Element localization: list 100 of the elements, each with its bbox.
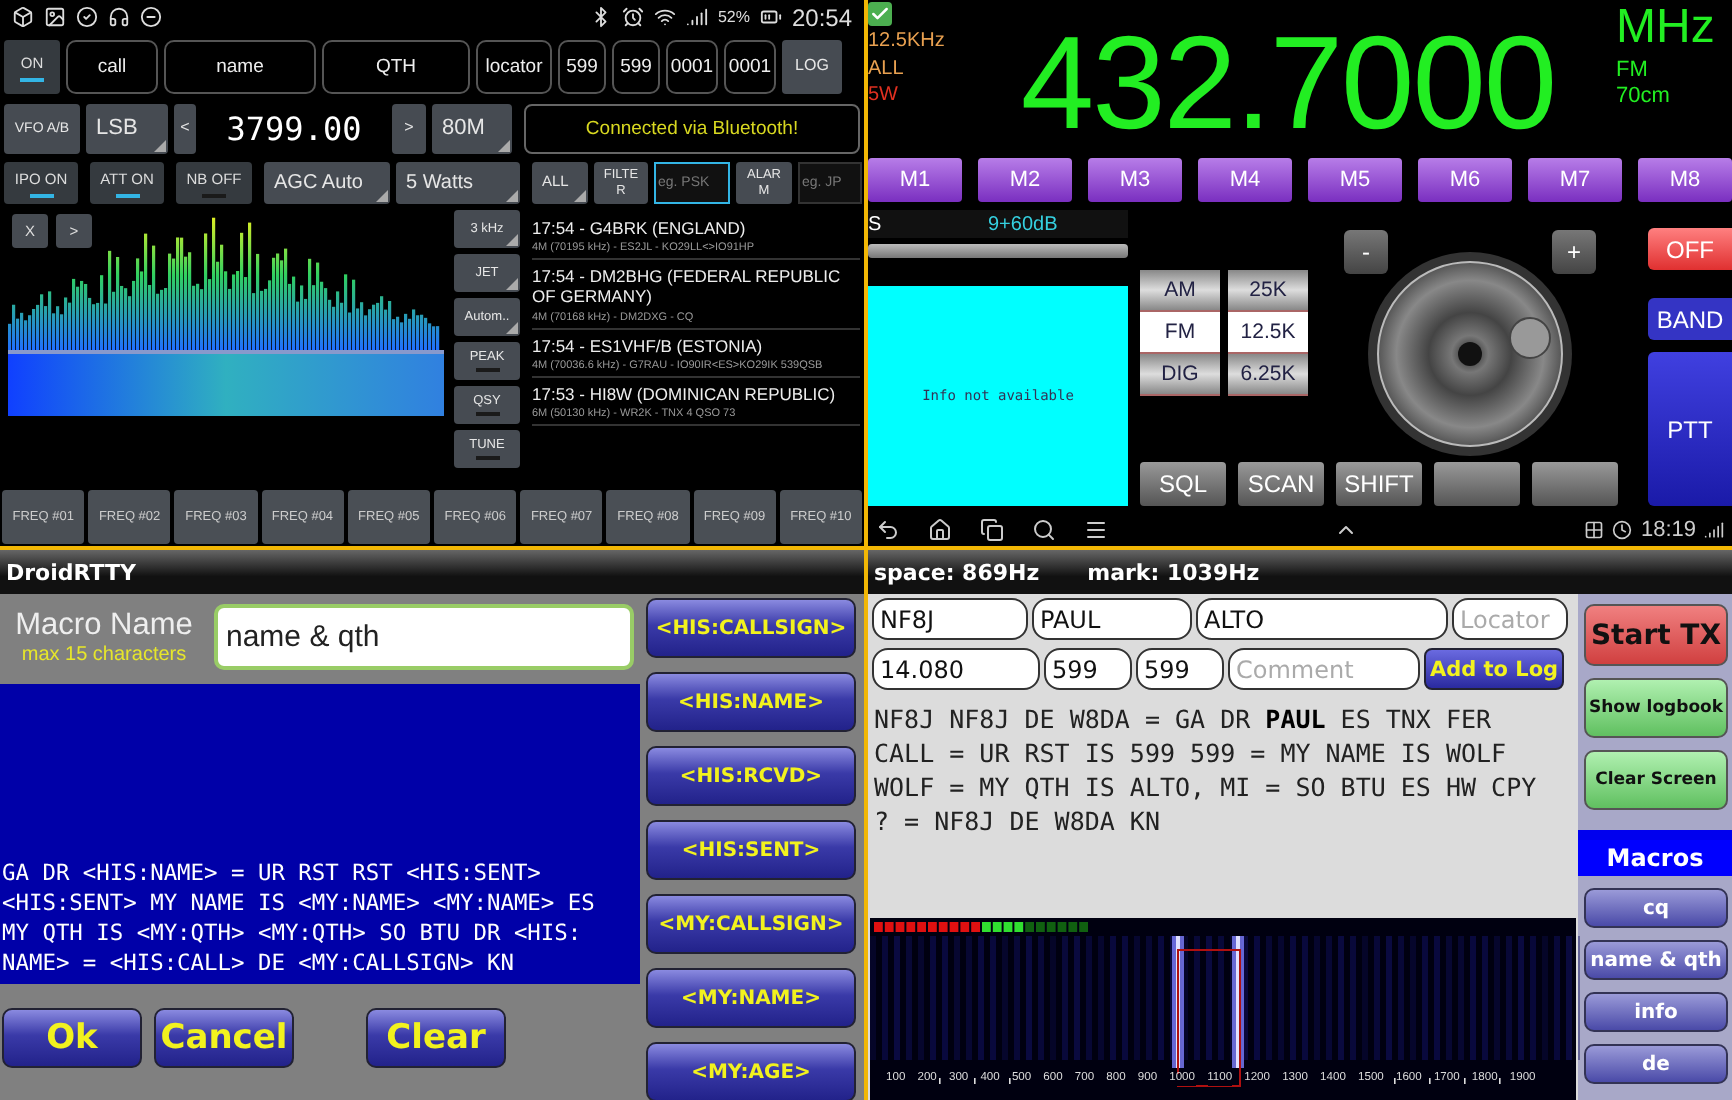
menu-icon[interactable] — [1084, 518, 1108, 542]
macro-button[interactable]: de — [1584, 1044, 1728, 1084]
function-button[interactable]: SHIFT — [1336, 462, 1422, 506]
mode-option[interactable]: FM — [1140, 312, 1220, 354]
recent-apps-icon[interactable] — [980, 518, 1004, 542]
dropdown-corner-icon — [506, 234, 518, 246]
step-option[interactable]: 12.5K — [1228, 312, 1308, 354]
bluetooth-icon — [589, 6, 612, 28]
s-meter-label: S — [868, 213, 884, 235]
log-field[interactable]: name — [164, 40, 316, 94]
memory-button[interactable]: M1 — [868, 158, 962, 202]
macro-name-field[interactable]: name & qth — [214, 604, 634, 670]
tune-up-button[interactable]: + — [1552, 230, 1596, 274]
token-button[interactable]: <MY:AGE> — [646, 1042, 856, 1100]
log-field[interactable]: 0001 — [666, 40, 718, 94]
enable-checkbox[interactable] — [868, 2, 892, 26]
log-field[interactable]: call — [66, 40, 158, 94]
mode-option[interactable]: DIG — [1140, 354, 1220, 396]
blank-button[interactable] — [1532, 462, 1618, 506]
ptt-button[interactable]: PTT — [1648, 352, 1732, 506]
log-field[interactable]: 599 — [612, 40, 660, 94]
mode-label: FM — [1616, 57, 1650, 84]
blank-button[interactable] — [1434, 462, 1520, 506]
spot-title: 17:53 - HI8W (DOMINICAN REPUBLIC) — [532, 383, 838, 404]
macro-text-field[interactable]: GA DR <HIS:NAME> = UR RST RST <HIS:SENT> <HIS:SENT> MY NAME IS <MY:NAME> <MY:NAME> ES MY QTH IS <MY:QTH> <MY:QTH> SO BTU DR <HIS: NAME> = <HIS:CALL> DE <MY:CALLSIGN> KN — [0, 684, 640, 984]
dialog-button[interactable]: Cancel — [154, 1008, 294, 1068]
log-field[interactable]: QTH — [322, 40, 470, 94]
function-button[interactable]: SCAN — [1238, 462, 1324, 506]
macros-header: Macros — [1578, 840, 1732, 876]
function-button[interactable]: SQL — [1140, 462, 1226, 506]
back-icon[interactable] — [876, 518, 900, 542]
band-button[interactable]: BAND — [1648, 298, 1732, 340]
log-field[interactable]: locator — [476, 40, 552, 94]
spot-title: 17:54 - DM2BHG (FEDERAL REPUBLIC OF GERMANY) — [532, 266, 843, 308]
s-meter-reading: 9+60dB — [988, 213, 1058, 235]
dropdown-corner-icon — [498, 140, 510, 152]
qso-field[interactable]: 14.080 — [872, 648, 1040, 690]
start-tx-button[interactable]: Start TX — [1584, 604, 1728, 666]
agc-dropdown[interactable]: AGC Auto — [264, 162, 390, 204]
qso-field[interactable]: Comment — [1228, 648, 1420, 690]
log-field[interactable]: 599 — [558, 40, 606, 94]
battery-icon — [759, 6, 782, 28]
scan-indicator: ALL — [868, 57, 906, 80]
unit-label: MHz — [1616, 0, 1717, 58]
frequency-display: 3799.00 — [224, 108, 364, 152]
field-hint: max 15 characters — [21, 644, 187, 666]
token-button[interactable]: <HIS:NAME> — [646, 672, 856, 732]
home-icon[interactable] — [928, 518, 952, 542]
power-dropdown[interactable]: 5 Watts — [396, 162, 520, 204]
dropdown-corner-icon — [506, 278, 518, 290]
step-down-button[interactable]: < — [174, 104, 196, 154]
connection-status: Connected via Bluetooth! — [524, 104, 860, 154]
add-to-log-button[interactable]: Add to Log — [1424, 648, 1564, 690]
log-button[interactable]: LOG — [782, 40, 842, 94]
band-dropdown[interactable]: 80M — [432, 104, 512, 154]
token-button[interactable]: <MY:NAME> — [646, 968, 856, 1028]
macro-button[interactable]: cq — [1584, 888, 1728, 928]
token-button[interactable]: <HIS:RCVD> — [646, 746, 856, 806]
macro-button[interactable]: info — [1584, 992, 1728, 1032]
action-button[interactable]: Clear Screen — [1584, 750, 1728, 810]
memory-button[interactable]: M2 — [978, 158, 1072, 202]
check-circle-icon — [76, 6, 98, 28]
search-icon[interactable] — [1032, 518, 1056, 542]
step-option[interactable]: 25K — [1228, 270, 1308, 312]
mode-dropdown[interactable]: LSB — [86, 104, 168, 154]
qso-field[interactable]: ALTO — [1196, 598, 1448, 640]
band-label: 70cm — [1616, 83, 1672, 111]
step-up-button[interactable]: > — [392, 104, 426, 154]
memory-button[interactable]: M3 — [1088, 158, 1182, 202]
token-button[interactable]: <MY:CALLSIGN> — [646, 894, 856, 954]
log-field[interactable]: 0001 — [724, 40, 776, 94]
image-icon — [44, 6, 66, 28]
dropdown-corner-icon — [506, 322, 518, 334]
token-button[interactable]: <HIS:CALLSIGN> — [646, 598, 856, 658]
tune-down-button[interactable]: - — [1344, 230, 1388, 274]
macro-button[interactable]: name & qth — [1584, 940, 1728, 980]
dialog-button[interactable]: Clear — [366, 1008, 506, 1068]
dropdown-corner-icon — [154, 140, 166, 152]
box-icon — [12, 6, 34, 28]
memory-button[interactable]: M7 — [1528, 158, 1622, 202]
qso-field[interactable]: NF8J — [872, 598, 1028, 640]
wifi-icon — [653, 6, 676, 28]
action-button[interactable]: Show logbook — [1584, 678, 1728, 738]
qso-field[interactable]: 599 — [1136, 648, 1224, 690]
clock-time: 18:19 — [1640, 518, 1696, 542]
mode-option[interactable]: AM — [1140, 270, 1220, 312]
mark-frequency: mark: 1039Hz — [1087, 559, 1260, 585]
qso-field[interactable]: 599 — [1044, 648, 1132, 690]
memory-button[interactable]: M8 — [1638, 158, 1732, 202]
memory-button[interactable]: M4 — [1198, 158, 1292, 202]
memory-button[interactable]: M6 — [1418, 158, 1512, 202]
grid-icon — [1584, 520, 1605, 540]
qso-field[interactable]: PAUL — [1032, 598, 1192, 640]
step-option[interactable]: 6.25K — [1228, 354, 1308, 396]
memory-button[interactable]: M5 — [1308, 158, 1402, 202]
alarm-clock-icon — [621, 6, 644, 28]
dropdown-corner-icon — [376, 190, 388, 202]
token-button[interactable]: <HIS:SENT> — [646, 820, 856, 880]
dialog-button[interactable]: Ok — [2, 1008, 142, 1068]
qso-field[interactable]: Locator — [1452, 598, 1568, 640]
